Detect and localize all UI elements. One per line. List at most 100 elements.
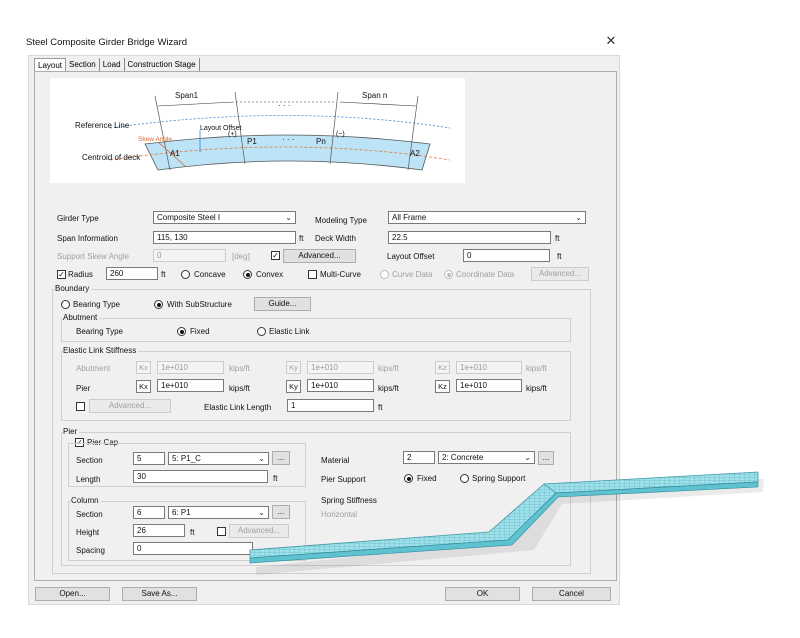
elastic-pier-label: Pier [76,384,91,393]
elastic-link-length-input[interactable]: 1 [287,399,374,412]
span-information-unit: ft [299,234,304,243]
layout-offset-label: Layout Offset [387,252,435,261]
skew-angle-label: Skew Angle [138,136,172,143]
support-skew-unit: [deg] [232,252,250,261]
abutment-kz-label: Kz [435,361,450,374]
radius-checkbox[interactable]: ✓ [57,270,66,279]
pier-kx-input[interactable]: 1e+010 [157,379,224,392]
pier-kx-unit: kips/ft [229,384,250,393]
tab-construction-stage[interactable]: Construction Stage [124,58,200,72]
elastic-link-length-label: Elastic Link Length [204,403,272,412]
span-information-label: Span Information [57,234,118,243]
tab-section[interactable]: Section [66,58,100,72]
dialog-title: Steel Composite Girder Bridge Wizard [26,37,188,48]
save-as-button[interactable]: Save As... [122,587,197,601]
abutment-group [61,318,571,342]
column-advanced-checkbox[interactable] [217,527,226,536]
abutment-title: Abutment [63,313,100,322]
abutment-kx-unit: kips/ft [229,364,250,373]
advanced-skew-checkbox[interactable]: ✓ [271,251,280,260]
span1-label: Span1 [175,91,199,100]
abutment-ky-input[interactable]: 1e+010 [307,361,374,374]
a2-label: A2 [410,149,420,158]
column-height-label: Height [76,528,100,537]
layout-offset-unit: ft [557,252,562,261]
advanced-skew-button[interactable]: Advanced... [283,249,356,263]
elastic-advanced-button[interactable]: Advanced... [89,399,171,413]
elastic-advanced-checkbox[interactable] [76,402,85,411]
deck-width-label: Deck Width [315,234,356,243]
abutment-kx-input[interactable]: 1e+010 [157,361,224,374]
minus-label: (−) [336,131,345,138]
elastic-link-stiffness-title: Elastic Link Stiffness [63,346,139,355]
column-height-input[interactable]: 26 [133,524,185,537]
concave-radio[interactable] [181,270,190,279]
cancel-button[interactable]: Cancel [532,587,611,601]
pier-kz-unit: kips/ft [526,384,547,393]
advanced-curve-button[interactable]: Advanced... [531,267,589,281]
guide-button[interactable]: Guide... [254,297,311,311]
bearing-type-label: Bearing Type [73,300,120,309]
column-spacing-input[interactable]: 0 [133,542,253,555]
abutment-ky-label: Ky [286,361,301,374]
concave-label: Concave [194,270,226,279]
curve-data-radio[interactable] [380,270,389,279]
abutment-elastic-link-radio[interactable] [257,327,266,336]
abutment-ky-unit: kips/ft [378,364,399,373]
plus-label: (+) [228,131,237,138]
abutment-fixed-label: Fixed [190,327,210,336]
bridge-layout-diagram: Span1 · · · Span n Reference Line Centro… [50,78,465,183]
abutment-kx-label: Kx [136,361,151,374]
pier-length-label: Length [76,475,101,484]
abutment-kz-input[interactable]: 1e+010 [456,361,522,374]
tab-load[interactable]: Load [99,58,125,72]
abutment-fixed-radio[interactable] [177,327,186,336]
column-section-label: Section [76,510,103,519]
support-skew-input[interactable]: 0 [153,249,226,262]
girder-type-select[interactable]: Composite Steel I ⌄ [153,211,296,224]
layout-offset-input[interactable]: 0 [463,249,550,262]
close-icon[interactable]: ✕ [604,34,618,48]
convex-radio[interactable] [243,270,252,279]
chevron-down-icon: ⌄ [575,213,582,222]
pier-section-label: Section [76,456,103,465]
a1-label: A1 [170,149,180,158]
radius-label: Radius [68,270,93,279]
radius-unit: ft [161,270,166,279]
girder-type-label: Girder Type [57,214,99,223]
modeling-type-label: Modeling Type [315,216,367,225]
span-information-input[interactable]: 115, 130 [153,231,296,244]
curve-data-label: Curve Data [392,270,433,279]
pier-section-number-input[interactable]: 5 [133,452,165,465]
column-spacing-label: Spacing [76,546,105,555]
abutment-kz-unit: kips/ft [526,364,547,373]
pn-label: Pn [316,137,326,146]
pier-ky-label: Ky [286,380,301,393]
elastic-link-length-unit: ft [378,403,383,412]
modeling-type-select[interactable]: All Frame ⌄ [388,211,586,224]
reference-line-label: Reference Line [75,121,130,130]
p1-label: P1 [247,137,257,146]
coordinate-data-radio[interactable] [444,270,453,279]
pier-title: Pier [63,427,80,436]
open-button[interactable]: Open... [35,587,110,601]
boundary-title: Boundary [55,284,92,293]
pier-kz-label: Kz [435,380,450,393]
pier-kz-input[interactable]: 1e+010 [456,379,522,392]
radius-input[interactable]: 260 [106,267,158,280]
deck-width-input[interactable]: 22.5 [388,231,551,244]
with-substructure-radio[interactable] [154,300,163,309]
bridge-3d-model-preview [249,471,764,575]
centroid-label: Centroid of deck [82,153,141,162]
multi-curve-checkbox[interactable] [308,270,317,279]
column-section-number-input[interactable]: 6 [133,506,165,519]
abutment-elastic-link-label: Elastic Link [269,327,310,336]
ok-button[interactable]: OK [445,587,520,601]
pier-ky-unit: kips/ft [378,384,399,393]
elastic-abutment-label: Abutment [76,364,111,373]
mid-dots-label: · · · [282,135,294,144]
bearing-type-radio[interactable] [61,300,70,309]
chevron-down-icon: ⌄ [285,213,292,222]
pier-ky-input[interactable]: 1e+010 [307,379,374,392]
convex-label: Convex [256,270,284,279]
